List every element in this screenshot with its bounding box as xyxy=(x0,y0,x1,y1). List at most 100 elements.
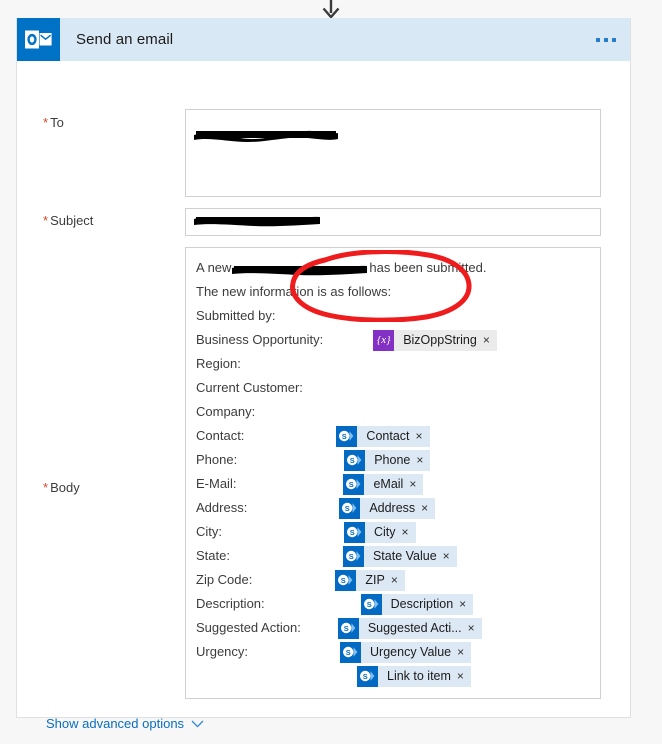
card-header[interactable]: Send an email xyxy=(17,18,630,61)
token-remove-icon[interactable]: × xyxy=(457,645,471,659)
svg-text:S: S xyxy=(350,528,355,537)
token-email[interactable]: SeMail × xyxy=(343,473,424,495)
token-label: Suggested Acti... xyxy=(367,621,462,635)
sharepoint-icon: S xyxy=(344,449,366,471)
body-line: The new information is as follows: xyxy=(196,280,590,304)
body-line: Current Customer: xyxy=(196,376,590,400)
body-line: Company: xyxy=(196,400,590,424)
svg-text:S: S xyxy=(350,456,355,465)
token-label: Contact xyxy=(366,429,410,443)
advanced-options-label: Show advanced options xyxy=(46,716,185,731)
token-label: eMail xyxy=(373,477,404,491)
body-line: Business Opportunity: {x} BizOppString × xyxy=(196,328,590,352)
token-label: Phone xyxy=(374,453,411,467)
subject-label: * Subject xyxy=(43,213,94,228)
token-remove-icon[interactable]: × xyxy=(409,477,423,491)
body-text: Submitted by: xyxy=(196,308,276,323)
body-text: Zip Code: xyxy=(196,572,253,587)
svg-text:S: S xyxy=(342,432,347,441)
to-input[interactable] xyxy=(185,109,601,197)
token-suggested-acti[interactable]: S Suggested Acti... × xyxy=(337,617,482,639)
token-label: Description xyxy=(390,597,454,611)
ellipsis-icon[interactable] xyxy=(596,37,616,42)
token-phone[interactable]: S Phone × xyxy=(344,449,431,471)
body-label: * Body xyxy=(43,480,80,495)
required-asterisk: * xyxy=(43,213,49,228)
svg-text:S: S xyxy=(344,624,349,633)
token-remove-icon[interactable]: × xyxy=(416,453,430,467)
body-text: Suggested Action: xyxy=(196,620,301,635)
token-remove-icon[interactable]: × xyxy=(468,621,482,635)
body-text: E-Mail: xyxy=(196,476,237,491)
token-address[interactable]: S Address × xyxy=(339,497,436,519)
body-line: Region: xyxy=(196,352,590,376)
token-remove-icon[interactable]: × xyxy=(443,549,457,563)
sharepoint-icon: S xyxy=(340,641,362,663)
email-form: * To * Subject * Body A new has been sub… xyxy=(17,61,630,733)
sharepoint-icon: S xyxy=(339,497,361,519)
flow-action-card-screen: Send an email * To * Subject * Body A ne… xyxy=(0,0,662,744)
body-editor[interactable]: A new has been submitted. The new informa… xyxy=(185,247,601,699)
sharepoint-icon: S xyxy=(357,665,378,687)
redaction-mark xyxy=(194,130,338,142)
sharepoint-icon: S xyxy=(335,569,357,591)
body-line: Suggested Action: S Suggested Acti... × xyxy=(196,616,590,640)
svg-text:S: S xyxy=(363,672,368,681)
token-remove-icon[interactable]: × xyxy=(416,429,430,443)
body-text: Current Customer: xyxy=(196,380,303,395)
token-remove-icon[interactable]: × xyxy=(391,573,405,587)
field-row-subject: * Subject xyxy=(17,197,630,236)
to-label: * To xyxy=(43,115,64,130)
sharepoint-icon: S xyxy=(336,425,358,447)
sharepoint-icon: S xyxy=(343,473,365,495)
outlook-icon xyxy=(17,18,60,61)
body-line: Phone: S Phone × xyxy=(196,448,590,472)
token-label: BizOppString xyxy=(403,333,477,347)
required-asterisk: * xyxy=(43,480,49,495)
body-text: A new xyxy=(196,260,232,275)
token-urgency-value[interactable]: S Urgency Value × xyxy=(340,641,472,663)
token-city[interactable]: S City × xyxy=(344,521,416,543)
card-title: Send an email xyxy=(76,31,174,48)
body-text: Region: xyxy=(196,356,241,371)
token-remove-icon[interactable]: × xyxy=(402,525,416,539)
token-remove-icon[interactable]: × xyxy=(421,501,435,515)
sharepoint-icon: S xyxy=(344,521,365,543)
sharepoint-icon: S xyxy=(337,617,359,639)
token-label: Address xyxy=(369,501,416,515)
arrow-down-icon xyxy=(318,0,344,20)
svg-text:S: S xyxy=(349,552,354,561)
svg-text:S: S xyxy=(346,648,351,657)
body-text: State: xyxy=(196,548,230,563)
send-an-email-card: Send an email * To * Subject * Body A ne… xyxy=(16,18,631,731)
token-link-to-item[interactable]: S Link to item × xyxy=(357,665,471,687)
body-line: Zip Code: S ZIP × xyxy=(196,568,590,592)
token-label: Link to item xyxy=(387,669,451,683)
chevron-down-icon xyxy=(191,716,204,731)
token-remove-icon[interactable]: × xyxy=(483,333,497,347)
required-asterisk: * xyxy=(43,115,49,130)
body-text: Address: xyxy=(196,500,248,515)
expression-icon: {x} xyxy=(373,329,395,351)
subject-input[interactable] xyxy=(185,208,601,236)
token-bizoppstring[interactable]: {x} BizOppString × xyxy=(373,329,497,351)
svg-text:S: S xyxy=(341,576,346,585)
token-remove-icon[interactable]: × xyxy=(459,597,473,611)
body-text: has been submitted. xyxy=(369,260,487,275)
body-text: City: xyxy=(196,524,222,539)
token-state-value[interactable]: S State Value × xyxy=(342,545,457,567)
body-text: Contact: xyxy=(196,428,245,443)
show-advanced-options-link[interactable]: Show advanced options xyxy=(46,716,204,731)
body-text: Phone: xyxy=(196,452,238,467)
token-label: Urgency Value xyxy=(370,645,452,659)
body-line: A new has been submitted. xyxy=(196,256,590,280)
token-zip[interactable]: S ZIP × xyxy=(335,569,405,591)
svg-text:S: S xyxy=(349,480,354,489)
body-text: Description: xyxy=(196,596,265,611)
body-text: Company: xyxy=(196,404,256,419)
body-line: State: S State Value × xyxy=(196,544,590,568)
body-line: Address: S Address × xyxy=(196,496,590,520)
token-remove-icon[interactable]: × xyxy=(457,669,471,683)
token-contact[interactable]: S Contact × xyxy=(336,425,430,447)
token-description[interactable]: S Description × xyxy=(360,593,474,615)
